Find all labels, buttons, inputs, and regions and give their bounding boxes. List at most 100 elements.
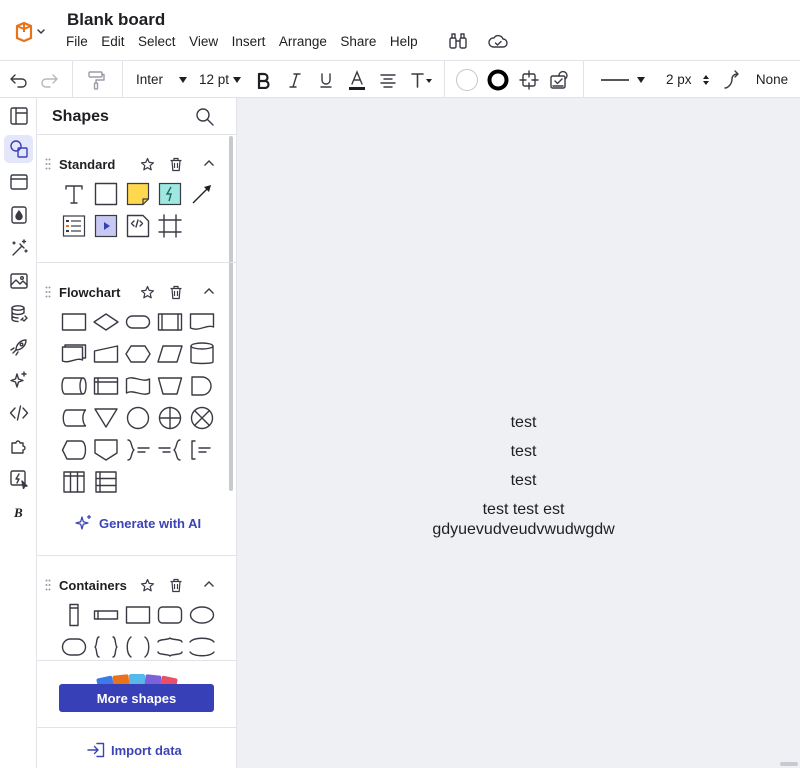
- rail-images-button[interactable]: [4, 267, 33, 295]
- shape-or[interactable]: [188, 404, 216, 432]
- underline-button[interactable]: [315, 61, 337, 98]
- canvas-text-block[interactable]: test: [237, 471, 800, 491]
- shape-container-pill[interactable]: [60, 633, 88, 661]
- more-shapes-button[interactable]: More shapes: [59, 684, 214, 712]
- shape-delay[interactable]: [188, 372, 216, 400]
- trash-icon[interactable]: [169, 157, 183, 172]
- italic-button[interactable]: [284, 61, 306, 98]
- undo-button[interactable]: [6, 61, 32, 98]
- star-icon[interactable]: [140, 578, 155, 593]
- shape-arrow-line[interactable]: [188, 180, 216, 208]
- shape-brace-annotation-right[interactable]: [124, 436, 152, 464]
- menu-help[interactable]: Help: [390, 34, 418, 52]
- shape-container-ellipse[interactable]: [188, 601, 216, 629]
- shape-off-page[interactable]: [92, 436, 120, 464]
- chevron-up-icon[interactable]: [203, 580, 215, 588]
- shape-style-button[interactable]: [547, 61, 571, 98]
- board-canvas[interactable]: test test test test test est gdyuevudveu…: [237, 98, 800, 768]
- rail-frames-button[interactable]: [4, 168, 33, 196]
- shape-vertical-container[interactable]: [60, 601, 88, 629]
- shape-document[interactable]: [188, 308, 216, 336]
- rail-code-button[interactable]: [4, 399, 33, 427]
- shape-display[interactable]: [60, 436, 88, 464]
- find-button[interactable]: [448, 31, 468, 51]
- shape-search-button[interactable]: [195, 107, 215, 127]
- shape-rectangle[interactable]: [92, 180, 120, 208]
- menu-file[interactable]: File: [66, 34, 88, 52]
- line-end-dropdown[interactable]: None: [752, 61, 792, 98]
- format-painter-button[interactable]: [83, 61, 109, 98]
- shape-predefined-process[interactable]: [156, 308, 184, 336]
- shape-brace-annotation-left[interactable]: [156, 436, 184, 464]
- library-header-flowchart[interactable]: Flowchart: [37, 282, 227, 304]
- line-shape-button[interactable]: [721, 61, 743, 98]
- redo-button[interactable]: [36, 61, 62, 98]
- menu-select[interactable]: Select: [138, 34, 176, 52]
- shape-internal-storage[interactable]: [92, 372, 120, 400]
- shape-container-top-bottom-braces[interactable]: [156, 633, 184, 661]
- shape-preparation[interactable]: [124, 340, 152, 368]
- menu-view[interactable]: View: [189, 34, 218, 52]
- line-color-button[interactable]: [486, 61, 510, 98]
- trash-icon[interactable]: [169, 578, 183, 593]
- shape-container-braces[interactable]: [92, 633, 120, 661]
- canvas-text-block[interactable]: gdyuevudveudvwudwgdw: [237, 520, 800, 540]
- shape-direct-data[interactable]: [60, 372, 88, 400]
- shape-manual-operation[interactable]: [156, 372, 184, 400]
- font-size-dropdown[interactable]: 12 pt: [199, 61, 242, 98]
- shape-stored-data[interactable]: [60, 404, 88, 432]
- shape-action[interactable]: [156, 180, 184, 208]
- shape-multi-document[interactable]: [60, 340, 88, 368]
- line-style-dropdown[interactable]: [600, 61, 646, 98]
- shape-terminator[interactable]: [124, 308, 152, 336]
- panel-scrollbar[interactable]: [229, 136, 233, 491]
- trash-icon[interactable]: [169, 285, 183, 300]
- document-title[interactable]: Blank board: [67, 10, 165, 30]
- chevron-up-icon[interactable]: [203, 287, 215, 295]
- shape-process[interactable]: [60, 308, 88, 336]
- shape-data[interactable]: [156, 340, 184, 368]
- rail-actions-button[interactable]: [4, 465, 33, 493]
- rail-templates-button[interactable]: [4, 102, 33, 130]
- rail-shapes-button[interactable]: [4, 135, 33, 163]
- shape-swimlane-vertical[interactable]: [60, 468, 88, 496]
- star-icon[interactable]: [140, 285, 155, 300]
- rail-ai-button[interactable]: [4, 366, 33, 394]
- rail-data-button[interactable]: [4, 300, 33, 328]
- rail-magic-button[interactable]: [4, 234, 33, 262]
- shape-list[interactable]: [60, 212, 88, 240]
- chevron-up-icon[interactable]: [203, 159, 215, 167]
- shape-paper-tape[interactable]: [124, 372, 152, 400]
- drag-handle-icon[interactable]: [45, 158, 51, 170]
- shape-swimlane-horizontal[interactable]: [92, 468, 120, 496]
- font-family-dropdown[interactable]: Inter: [136, 61, 188, 98]
- drag-handle-icon[interactable]: [45, 579, 51, 591]
- rail-brand-button[interactable]: B: [4, 498, 33, 526]
- shape-container-parens[interactable]: [124, 633, 152, 661]
- rail-launch-button[interactable]: [4, 333, 33, 361]
- shape-sticky-note[interactable]: [124, 180, 152, 208]
- shape-text[interactable]: [60, 180, 88, 208]
- text-options-button[interactable]: [408, 61, 434, 98]
- shape-merge[interactable]: [92, 404, 120, 432]
- star-icon[interactable]: [140, 157, 155, 172]
- shape-horizontal-container[interactable]: [92, 601, 120, 629]
- shape-container-rect[interactable]: [124, 601, 152, 629]
- fill-color-button[interactable]: [455, 61, 479, 98]
- shape-frame[interactable]: [156, 212, 184, 240]
- line-width-stepper[interactable]: 2 px: [666, 61, 710, 98]
- library-header-standard[interactable]: Standard: [37, 154, 227, 176]
- menu-arrange[interactable]: Arrange: [279, 34, 327, 52]
- shape-connector[interactable]: [124, 404, 152, 432]
- shape-summing-junction[interactable]: [156, 404, 184, 432]
- canvas-text-block[interactable]: test: [237, 442, 800, 462]
- shape-container-rounded[interactable]: [156, 601, 184, 629]
- bold-button[interactable]: [252, 61, 274, 98]
- menu-share[interactable]: Share: [340, 34, 376, 52]
- rail-fill-button[interactable]: [4, 201, 33, 229]
- text-color-button[interactable]: [346, 61, 368, 98]
- shape-bracket-annotation[interactable]: [188, 436, 216, 464]
- import-data-button[interactable]: Import data: [87, 740, 182, 760]
- shape-container-top-bottom-parens[interactable]: [188, 633, 216, 661]
- menu-edit[interactable]: Edit: [101, 34, 124, 52]
